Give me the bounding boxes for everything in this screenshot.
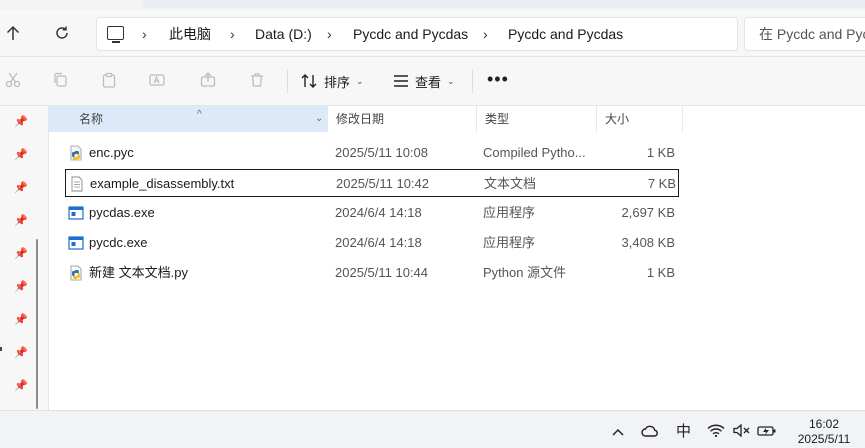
file-date: 2025/5/11 10:44 — [335, 265, 429, 280]
file-size: 7 KB — [647, 176, 676, 191]
text-file-icon — [71, 176, 83, 192]
address-row: › 此电脑 › Data (D:) › Pycdc and Pycdas › P… — [0, 10, 865, 57]
chevron-down-icon: ⌄ — [356, 75, 364, 86]
file-type: 应用程序 — [483, 235, 536, 250]
column-name-label: 名称 — [79, 112, 104, 126]
delete-icon[interactable] — [246, 69, 268, 91]
search-placeholder: 在 Pycdc and Pycdas — [759, 26, 865, 42]
view-button[interactable]: 查看 ⌄ — [393, 67, 455, 95]
clock-date: 2025/5/11 — [797, 432, 851, 446]
search-input[interactable]: 在 Pycdc and Pycdas — [744, 17, 865, 51]
file-name: 新建 文本文档.py — [89, 265, 188, 280]
navigation-pane: 📌 📌 📌 📌 📌 📌 📌 📌 📌 — [0, 106, 49, 410]
cloud-icon[interactable] — [641, 424, 659, 440]
refresh-icon[interactable] — [49, 20, 75, 46]
pin-icon[interactable]: 📌 — [14, 182, 28, 194]
column-header-type[interactable]: 类型 — [477, 106, 597, 132]
file-row[interactable]: pycdc.exe 2024/6/4 14:18 应用程序 3,408 KB — [65, 229, 679, 257]
column-header-name[interactable]: 名称 ^ ⌄ — [49, 106, 328, 132]
system-clock[interactable]: 16:02 2025/5/11 — [784, 417, 864, 447]
breadcrumb-folder[interactable]: Pycdc and Pycdas — [353, 18, 468, 50]
chevron-right-icon: › — [142, 26, 147, 42]
breadcrumb-this-pc[interactable]: 此电脑 — [169, 18, 211, 50]
address-bar[interactable]: › 此电脑 › Data (D:) › Pycdc and Pycdas › P… — [96, 17, 738, 51]
computer-icon — [107, 26, 124, 43]
ime-indicator[interactable]: 中 — [676, 420, 691, 441]
breadcrumb-drive[interactable]: Data (D:) — [255, 18, 312, 50]
cut-icon[interactable] — [2, 69, 24, 91]
edge-marker — [0, 347, 2, 351]
clock-time: 16:02 — [808, 417, 840, 431]
file-type: Python 源文件 — [483, 265, 567, 280]
more-options-button[interactable]: ••• — [487, 69, 509, 90]
chevron-right-icon: › — [230, 26, 235, 42]
view-icon — [394, 75, 408, 87]
toolbar-divider — [472, 69, 473, 93]
file-date: 2024/6/4 14:18 — [335, 235, 422, 250]
taskbar: 中 16:02 2025/5/11 — [0, 410, 865, 448]
file-size: 3,408 KB — [621, 235, 676, 250]
python-file-icon — [70, 265, 82, 281]
file-date: 2024/6/4 14:18 — [335, 205, 422, 220]
pin-icon[interactable]: 📌 — [14, 314, 28, 326]
file-name: example_disassembly.txt — [90, 176, 235, 191]
file-type: 文本文档 — [484, 176, 537, 191]
share-icon[interactable] — [197, 69, 219, 91]
sort-button[interactable]: 排序 ⌄ — [300, 67, 364, 95]
chevron-down-icon: ⌄ — [447, 75, 455, 86]
chevron-up-icon[interactable] — [612, 423, 624, 439]
toolbar-divider — [287, 69, 288, 93]
file-size: 1 KB — [646, 265, 675, 280]
pin-icon[interactable]: 📌 — [14, 116, 28, 128]
exe-icon — [68, 236, 84, 250]
python-compiled-icon — [70, 145, 82, 161]
file-name: pycdas.exe — [89, 205, 155, 220]
pin-icon[interactable]: 📌 — [14, 281, 28, 293]
column-header-date[interactable]: 修改日期 — [328, 106, 477, 132]
sort-label: 排序 — [324, 74, 351, 90]
pin-icon[interactable]: 📌 — [14, 347, 28, 359]
file-date: 2025/5/11 10:42 — [336, 176, 430, 191]
speaker-muted-icon[interactable] — [733, 423, 750, 440]
battery-charging-icon[interactable] — [757, 424, 777, 440]
pin-icon[interactable]: 📌 — [14, 380, 28, 392]
nav-scrollbar[interactable] — [36, 239, 38, 409]
copy-icon[interactable] — [49, 69, 71, 91]
file-date: 2025/5/11 10:08 — [335, 145, 429, 160]
file-row-selected[interactable]: example_disassembly.txt 2025/5/11 10:42 … — [65, 169, 679, 197]
command-bar: 排序 ⌄ 查看 ⌄ ••• — [0, 57, 865, 106]
breadcrumb-subfolder[interactable]: Pycdc and Pycdas — [508, 18, 623, 50]
rename-icon[interactable] — [147, 69, 169, 91]
pin-icon[interactable]: 📌 — [14, 248, 28, 260]
paste-icon[interactable] — [98, 69, 120, 91]
file-row[interactable]: enc.pyc 2025/5/11 10:08 Compiled Pytho..… — [65, 139, 679, 167]
wifi-icon[interactable] — [707, 424, 725, 440]
chevron-right-icon: › — [327, 26, 332, 42]
chevron-down-icon[interactable]: ⌄ — [315, 106, 323, 132]
file-size: 1 KB — [646, 145, 675, 160]
file-size: 2,697 KB — [621, 205, 676, 220]
view-label: 查看 — [415, 74, 442, 90]
file-type: Compiled Pytho... — [483, 145, 586, 160]
column-header-size[interactable]: 大小 — [597, 106, 683, 132]
exe-icon — [68, 206, 84, 220]
file-name: pycdc.exe — [89, 235, 148, 250]
up-arrow-icon[interactable] — [0, 20, 26, 46]
file-row[interactable]: pycdas.exe 2024/6/4 14:18 应用程序 2,697 KB — [65, 199, 679, 227]
file-type: 应用程序 — [483, 205, 536, 220]
pin-icon[interactable]: 📌 — [14, 149, 28, 161]
chevron-right-icon: › — [483, 26, 488, 42]
file-list: 名称 ^ ⌄ 修改日期 类型 大小 enc.pyc 2025/5/11 10:0… — [49, 106, 865, 410]
tab-strip — [0, 0, 865, 10]
sort-ascending-icon: ^ — [197, 109, 202, 120]
tab-edge — [143, 0, 865, 8]
file-row[interactable]: 新建 文本文档.py 2025/5/11 10:44 Python 源文件 1 … — [65, 259, 679, 287]
file-name: enc.pyc — [89, 145, 134, 160]
pin-icon[interactable]: 📌 — [14, 215, 28, 227]
sort-icon — [301, 74, 317, 88]
